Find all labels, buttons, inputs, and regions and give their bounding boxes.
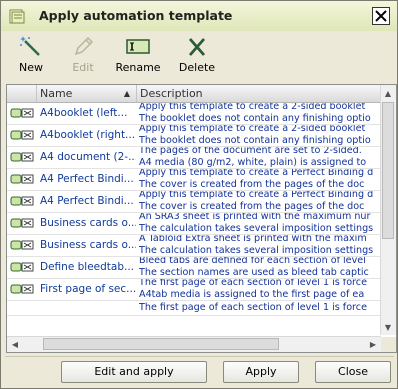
rename-icon	[126, 39, 150, 54]
row-description: The pages of the document are set to 2-s…	[139, 147, 367, 168]
table-row[interactable]: A4booklet (left... Apply this template t…	[7, 103, 381, 125]
table-row[interactable]: Define bleedtab... Bleed tabs are define…	[7, 257, 381, 279]
scroll-down-icon[interactable]: ▼	[381, 320, 395, 334]
rename-button[interactable]: Rename	[115, 34, 161, 80]
template-toggle-icon	[10, 152, 34, 162]
table-row[interactable]: Business cards o... A Tabloid Extra shee…	[7, 235, 381, 257]
title-bar: Apply automation template	[1, 1, 397, 31]
template-toggle-icon	[10, 174, 34, 184]
table-body: A4booklet (left... Apply this template t…	[7, 103, 381, 316]
edit-and-apply-button[interactable]: Edit and apply	[61, 361, 207, 383]
table-row[interactable]: A4booklet (right... Apply this template …	[7, 125, 381, 147]
template-toggle-icon	[10, 196, 34, 206]
row-name: A4 Perfect Bindi...	[40, 195, 134, 207]
header-name[interactable]: Name ▲	[37, 85, 137, 102]
header-description[interactable]: Description	[137, 85, 381, 102]
horizontal-scrollbar[interactable]: ◀ ▶	[7, 336, 381, 352]
row-description: Apply this template to create a Perfect …	[139, 191, 374, 212]
scroll-left-icon[interactable]: ◀	[8, 337, 22, 351]
table-row[interactable]: First page of sec... The first page of e…	[7, 279, 381, 301]
row-name: Business cards o...	[40, 217, 136, 229]
new-label: New	[19, 61, 43, 74]
pencil-icon	[74, 36, 94, 56]
template-toggle-icon	[10, 284, 34, 294]
rename-label: Rename	[115, 61, 161, 74]
delete-label: Delete	[178, 61, 216, 74]
edit-label: Edit	[72, 61, 94, 74]
scroll-up-icon[interactable]: ▲	[381, 86, 395, 100]
row-description: A Tabloid Extra sheet is printed with th…	[139, 235, 374, 256]
vertical-scroll-thumb[interactable]	[382, 102, 394, 239]
table-row[interactable]: A4 document (2-... The pages of the docu…	[7, 147, 381, 169]
row-name: Define bleedtab...	[40, 261, 135, 273]
magic-wand-icon	[20, 36, 40, 56]
table-row[interactable]: Business cards o... An SRA3 sheet is pri…	[7, 213, 381, 235]
apply-automation-template-dialog: Apply automation template New Edit Renam…	[0, 0, 398, 389]
row-name: A4booklet (right...	[40, 129, 136, 141]
header-icon-column	[7, 85, 37, 102]
row-name: A4booklet (left...	[40, 107, 128, 119]
scroll-right-icon[interactable]: ▶	[366, 337, 380, 351]
row-name: A4 Perfect Bindi...	[40, 173, 134, 185]
vertical-scrollbar[interactable]: ▲ ▼	[380, 85, 396, 335]
horizontal-scroll-thumb[interactable]	[43, 338, 279, 350]
table-row[interactable]: A4 Perfect Bindi... Apply this template …	[7, 191, 381, 213]
template-toggle-icon	[10, 108, 34, 118]
row-description: Bleed tabs are defined for each section …	[139, 257, 369, 278]
row-name: Business cards o...	[40, 239, 136, 251]
template-toggle-icon	[10, 130, 34, 140]
row-name: A4 document (2-...	[40, 151, 136, 163]
template-toggle-icon	[10, 240, 34, 250]
apply-button[interactable]: Apply	[223, 361, 299, 383]
sort-ascending-icon: ▲	[123, 89, 130, 98]
new-button[interactable]: New	[13, 34, 49, 80]
window-title: Apply automation template	[39, 8, 233, 23]
template-icon	[9, 9, 25, 24]
edit-button[interactable]: Edit	[65, 34, 101, 80]
templates-table: Name ▲ Description A4booklet (left... Ap…	[6, 84, 397, 353]
template-toggle-icon	[10, 218, 34, 228]
table-row[interactable]: A4 Perfect Bindi... Apply this template …	[7, 169, 381, 191]
template-toggle-icon	[10, 262, 34, 272]
delete-x-icon	[188, 38, 206, 56]
toolbar: New Edit Rename Delete	[1, 31, 397, 81]
row-description: The first page of each section of level …	[139, 279, 367, 300]
row-description: Apply this template to create a 2-sided …	[139, 125, 371, 146]
row-description: Apply this template to create a Perfect …	[139, 169, 374, 190]
table-row[interactable]: The first page of each section of level …	[7, 301, 381, 316]
close-button[interactable]: Close	[315, 361, 391, 383]
row-description: Apply this template to create a 2-sided …	[139, 103, 371, 124]
close-icon[interactable]	[372, 7, 390, 25]
scroll-corner	[381, 337, 396, 352]
row-name: First page of sec...	[40, 283, 136, 295]
row-description: The first page of each section of level …	[139, 302, 367, 313]
footer-divider	[5, 356, 394, 357]
row-description: An SRA3 sheet is printed with the maximu…	[139, 213, 374, 234]
delete-button[interactable]: Delete	[177, 34, 217, 80]
table-header: Name ▲ Description	[7, 85, 381, 103]
